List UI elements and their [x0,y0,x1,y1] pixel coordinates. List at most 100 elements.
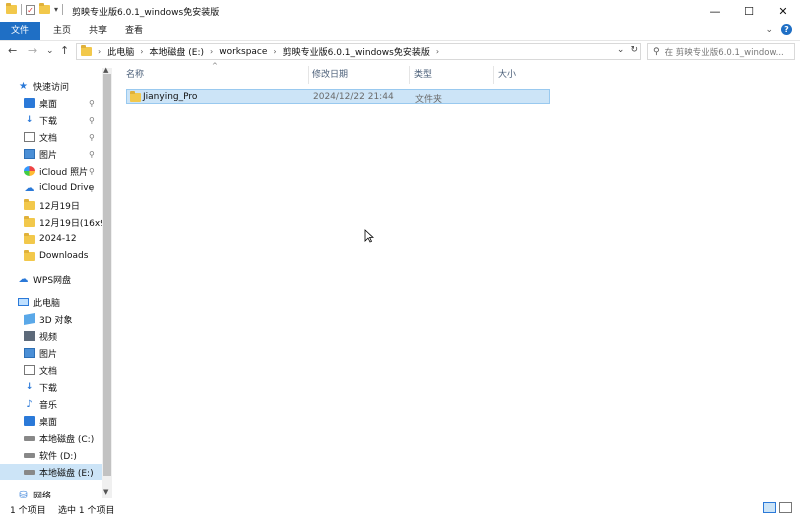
back-button[interactable]: ← [8,44,17,57]
sidebar-item-folder-2024-12[interactable]: 2024-12 [24,231,112,247]
maximize-button[interactable]: ☐ [732,0,766,22]
tab-file[interactable]: 文件 [0,22,40,40]
folder-icon [81,45,92,56]
sidebar-item-wps-drive[interactable]: ☁ WPS网盘 [18,271,112,287]
sidebar-item-downloads[interactable]: ↓ 下载 ⚲ [24,112,112,128]
properties-icon[interactable]: ✓ [26,4,35,15]
sidebar-item-pc-documents[interactable]: 文档 [24,362,112,378]
divider [21,4,22,15]
up-button[interactable]: ↑ [60,44,69,57]
address-dropdown-icon[interactable]: ⌄ [617,45,625,55]
breadcrumb-current-folder[interactable]: 剪映专业版6.0.1_windows免安装版 [283,45,430,58]
sidebar-item-3d-objects[interactable]: 3D 对象 [24,311,112,327]
sidebar-item-videos[interactable]: 视频 [24,328,112,344]
sidebar-item-drive-d[interactable]: 软件 (D:) [24,447,112,463]
column-header-date[interactable]: 修改日期 [312,66,407,84]
sidebar-scrollbar[interactable]: ▲ ▼ [102,66,112,498]
mouse-cursor-icon [364,229,374,243]
column-divider[interactable] [308,66,309,84]
sidebar-item-folder-downloads[interactable]: Downloads [24,248,112,264]
new-folder-icon[interactable] [39,3,50,14]
sidebar-item-documents[interactable]: 文档 ⚲ [24,129,112,145]
column-header-name[interactable]: 名称 [126,66,306,84]
sidebar-item-pc-pictures[interactable]: 图片 [24,345,112,361]
breadcrumb-drive-e[interactable]: 本地磁盘 (E:) [149,45,204,58]
pictures-icon [24,149,35,159]
refresh-icon[interactable]: ↻ [630,45,638,55]
scrollbar-thumb[interactable] [103,74,111,476]
pin-icon[interactable]: ⚲ [89,167,95,176]
download-icon: ↓ [25,382,34,392]
folder-icon [6,3,17,14]
title-bar: ✓ ▾ 剪映专业版6.0.1_windows免安装版 — ☐ ✕ [0,0,800,22]
sidebar-item-icloud-photos[interactable]: iCloud 照片 ⚲ [24,163,112,179]
scroll-down-icon[interactable]: ▼ [103,488,108,496]
breadcrumb-separator[interactable]: › [210,47,213,56]
sidebar-item-folder-1219-16x9[interactable]: 12月19日(16x9) [24,214,112,230]
sidebar-item-pc-downloads[interactable]: ↓ 下载 [24,379,112,395]
customize-toolbar-icon[interactable]: ▾ [54,5,58,14]
breadcrumb-this-pc[interactable]: 此电脑 [107,45,134,58]
breadcrumb-separator[interactable]: › [140,47,143,56]
sidebar-item-pc-desktop[interactable]: 桌面 [24,413,112,429]
quick-access-toolbar: ✓ ▾ [6,3,64,15]
music-icon: ♪ [26,398,33,410]
column-divider[interactable] [409,66,410,84]
help-icon[interactable]: ? [781,24,792,35]
address-bar[interactable]: › 此电脑 › 本地磁盘 (E:) › workspace › 剪映专业版6.0… [76,43,641,60]
3d-objects-icon [24,313,35,325]
sidebar-item-pictures[interactable]: 图片 ⚲ [24,146,112,162]
drive-icon [24,469,35,475]
column-header-size[interactable]: 大小 [498,66,548,84]
sidebar-item-network[interactable]: ⛁ 网络 [18,487,112,499]
file-row[interactable]: Jianying_Pro 2024/12/22 21:44 文件夹 [126,89,550,105]
breadcrumb-separator[interactable]: › [98,47,101,56]
sidebar-item-drive-c[interactable]: 本地磁盘 (C:) [24,430,112,446]
search-placeholder: 在 剪映专业版6.0.1_window... [664,47,784,58]
expand-ribbon-icon[interactable]: ⌄ [765,25,773,35]
status-bar: 1 个项目 选中 1 个项目 [0,500,800,517]
pin-icon[interactable]: ⚲ [89,150,95,159]
pin-icon[interactable]: ⚲ [89,184,95,193]
breadcrumb-separator[interactable]: › [436,47,439,56]
search-input[interactable]: ⚲ 在 剪映专业版6.0.1_window... [647,43,795,60]
folder-icon [24,232,35,244]
minimize-button[interactable]: — [698,0,732,22]
tab-home[interactable]: 主页 [48,22,76,40]
breadcrumb-workspace[interactable]: workspace [219,47,267,57]
forward-button[interactable]: → [28,44,37,57]
close-button[interactable]: ✕ [766,0,800,22]
pin-icon[interactable]: ⚲ [89,133,95,142]
scroll-up-icon[interactable]: ▲ [103,66,108,74]
column-divider[interactable] [493,66,494,84]
video-icon [24,331,35,341]
breadcrumb-separator[interactable]: › [273,47,276,56]
column-header-type[interactable]: 类型 [414,66,494,84]
file-date: 2024/12/22 21:44 [313,92,394,102]
sidebar-item-quick-access[interactable]: ★ 快速访问 [18,78,112,94]
network-icon: ⛁ [19,489,28,499]
large-icons-view-icon[interactable] [779,502,792,513]
sidebar-item-folder-1219[interactable]: 12月19日 [24,197,112,213]
divider [62,4,64,15]
tab-view[interactable]: 查看 [120,22,148,40]
sidebar-item-desktop[interactable]: 桌面 ⚲ [24,95,112,111]
pin-icon[interactable]: ⚲ [89,116,95,125]
icloud-drive-icon: ☁ [24,182,35,194]
sidebar-item-this-pc[interactable]: 此电脑 [18,294,112,310]
drive-icon [24,452,35,458]
navigation-pane: ★ 快速访问 桌面 ⚲ ↓ 下载 ⚲ 文档 ⚲ 图片 ⚲ iCloud 照片 ⚲… [0,68,112,498]
window-title: 剪映专业版6.0.1_windows免安装版 [72,8,220,18]
tab-share[interactable]: 共享 [84,22,112,40]
sidebar-item-music[interactable]: ♪ 音乐 [24,396,112,412]
item-count: 1 个项目 [10,506,46,516]
ribbon: 文件 主页 共享 查看 ⌄ ? [0,22,800,41]
sidebar-item-icloud-drive[interactable]: ☁ iCloud Drive ⚲ [24,180,112,196]
details-view-icon[interactable] [763,502,776,513]
navigation-bar: ← → ⌄ ↑ › 此电脑 › 本地磁盘 (E:) › workspace › … [0,41,800,63]
sidebar-item-drive-e[interactable]: 本地磁盘 (E:) [0,464,102,480]
download-icon: ↓ [25,115,34,125]
file-list: ^ 名称 修改日期 类型 大小 Jianying_Pro 2024/12/22 … [120,62,800,504]
pin-icon[interactable]: ⚲ [89,99,95,108]
recent-locations-button[interactable]: ⌄ [46,46,54,56]
